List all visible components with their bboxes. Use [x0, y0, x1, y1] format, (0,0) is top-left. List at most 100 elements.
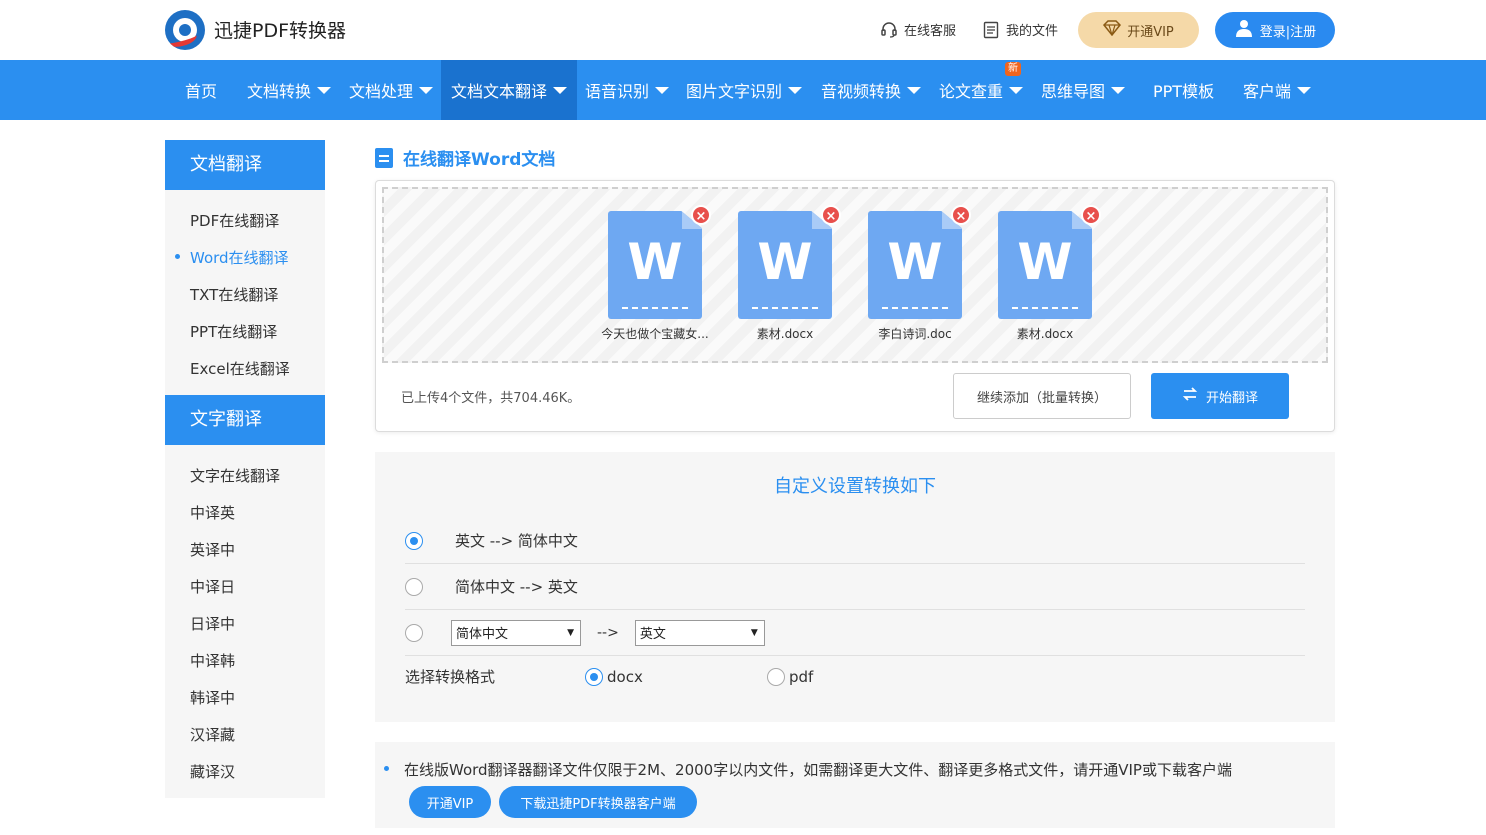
brand-logo[interactable] [165, 10, 205, 50]
caret-down-icon [655, 86, 670, 94]
sidebar-heading-text-translate: 文字翻译 [165, 395, 325, 445]
nav-plagiarism[interactable]: 论文查重新 [929, 60, 1033, 120]
file-card[interactable]: W × 李白诗词.doc [855, 205, 975, 342]
nav-doc-process[interactable]: 文档处理 [339, 60, 443, 120]
caret-down-icon [788, 86, 803, 94]
document-icon [375, 147, 393, 168]
sidebar-item-txt-translate[interactable]: TXT在线翻译 [190, 284, 278, 305]
notice-vip-button[interactable]: 开通VIP [409, 786, 491, 818]
option-label: 英文 --> 简体中文 [455, 532, 578, 550]
nav-client[interactable]: 客户端 [1233, 60, 1321, 120]
my-files-label: 我的文件 [1006, 24, 1059, 39]
remove-file-icon[interactable]: × [691, 205, 711, 225]
radio-pdf[interactable] [767, 667, 785, 686]
radio-custom-pair[interactable] [405, 623, 423, 642]
radio-en-to-zh[interactable] [405, 531, 423, 550]
nav-label: PPT模板 [1153, 82, 1215, 101]
remove-file-icon[interactable]: × [1081, 205, 1101, 225]
file-card[interactable]: W × 素材.docx [985, 205, 1105, 342]
my-files-link[interactable]: 我的文件 [982, 20, 1058, 39]
start-translate-button[interactable]: 开始翻译 [1151, 373, 1289, 419]
brand-name[interactable]: 迅捷PDF转换器 [214, 16, 346, 43]
remove-file-icon[interactable]: × [821, 205, 841, 225]
format-row: 选择转换格式 docx pdf [405, 666, 813, 687]
sidebar-item-zh-bo[interactable]: 汉译藏 [190, 724, 235, 745]
nav-label: 首页 [185, 82, 218, 101]
nav-label: 文档文本翻译 [451, 82, 548, 101]
settings-panel: 自定义设置转换如下 英文 --> 简体中文 简体中文 --> 英文 简体中文 ▼ … [375, 452, 1335, 722]
sidebar-item-ppt-translate[interactable]: PPT在线翻译 [190, 321, 277, 342]
sidebar-item-text-online[interactable]: 文字在线翻译 [190, 465, 280, 486]
dropdown-arrow-icon: ▼ [750, 627, 758, 638]
new-badge: 新 [1005, 62, 1022, 76]
format-label: 选择转换格式 [405, 668, 496, 686]
word-file-icon: W [738, 211, 832, 319]
login-register-button[interactable]: 登录|注册 [1215, 12, 1335, 48]
sidebar-item-zh-ja[interactable]: 中译日 [190, 576, 235, 597]
nav-ppt-template[interactable]: PPT模板 [1143, 60, 1224, 120]
file-name: 素材.docx [1016, 327, 1074, 341]
dropdown-arrow-icon: ▼ [567, 627, 574, 638]
nav-label: 文档处理 [349, 82, 414, 101]
swap-icon [1182, 386, 1198, 406]
nav-ocr[interactable]: 图片文字识别 [676, 60, 812, 120]
support-link[interactable]: 在线客服 [880, 20, 956, 39]
radio-docx[interactable] [585, 667, 603, 686]
option-en-to-zh[interactable]: 英文 --> 简体中文 [405, 518, 1305, 564]
nav-doc-convert[interactable]: 文档转换 [237, 60, 341, 120]
nav-label: 客户端 [1243, 82, 1292, 101]
upload-panel: W × 今天也做个宝藏女... W × 素材.docx W × 李白诗词.doc… [375, 180, 1335, 432]
target-language-select[interactable]: 英文 ▼ [634, 619, 765, 646]
main-nav: 首页 文档转换 文档处理 文档文本翻译 语音识别 图片文字识别 音视频转换 论文… [0, 60, 1486, 120]
radio-zh-to-en[interactable] [405, 577, 423, 596]
diamond-icon [1103, 20, 1122, 40]
sidebar-heading-doc-translate: 文档翻译 [165, 140, 325, 190]
login-label: 登录|注册 [1259, 24, 1317, 40]
download-client-button[interactable]: 下载迅捷PDF转换器客户端 [499, 786, 697, 818]
option-custom-pair[interactable]: 简体中文 ▼ --> 英文 ▼ [405, 610, 1305, 656]
sidebar-item-pdf-translate[interactable]: PDF在线翻译 [190, 210, 279, 231]
file-name: 今天也做个宝藏女... [601, 327, 709, 341]
select-value: 简体中文 [456, 627, 509, 642]
sidebar-item-zh-en[interactable]: 中译英 [190, 502, 235, 523]
upload-summary: 已上传4个文件，共704.46K。 [401, 391, 581, 406]
bullet-dot [384, 766, 389, 771]
continue-add-button[interactable]: 继续添加（批量转换） [953, 373, 1131, 419]
sidebar-item-bo-zh[interactable]: 藏译汉 [190, 761, 235, 782]
source-language-select[interactable]: 简体中文 ▼ [451, 619, 581, 646]
drop-zone[interactable]: W × 今天也做个宝藏女... W × 素材.docx W × 李白诗词.doc… [382, 187, 1328, 363]
notice-panel: 在线版Word翻译器翻译文件仅限于2M、2000字以内文件，如需翻译更大文件、翻… [375, 742, 1335, 828]
start-translate-label: 开始翻译 [1205, 390, 1258, 406]
option-zh-to-en[interactable]: 简体中文 --> 英文 [405, 564, 1305, 610]
top-header: 迅捷PDF转换器 在线客服 我的文件 开通VIP 登录|注册 [0, 0, 1486, 60]
caret-down-icon [907, 86, 922, 94]
sidebar-item-word-translate[interactable]: Word在线翻译 [190, 247, 289, 268]
support-label: 在线客服 [904, 24, 957, 39]
nav-mindmap[interactable]: 思维导图 [1031, 60, 1135, 120]
nav-label: 文档转换 [247, 82, 312, 101]
active-dot [175, 254, 180, 259]
arrow-text: --> [597, 624, 619, 641]
nav-speech[interactable]: 语音识别 [575, 60, 679, 120]
settings-title: 自定义设置转换如下 [774, 476, 936, 497]
nav-label: 音视频转换 [821, 82, 902, 101]
file-card[interactable]: W × 今天也做个宝藏女... [595, 205, 715, 342]
nav-label: 图片文字识别 [686, 82, 783, 101]
nav-av-convert[interactable]: 音视频转换 [811, 60, 931, 120]
sidebar-item-ja-zh[interactable]: 日译中 [190, 613, 235, 634]
caret-down-icon [553, 86, 568, 94]
sidebar-item-en-zh[interactable]: 英译中 [190, 539, 235, 560]
sidebar-item-zh-ko[interactable]: 中译韩 [190, 650, 235, 671]
nav-doc-translate[interactable]: 文档文本翻译 [441, 60, 578, 120]
nav-home[interactable]: 首页 [175, 60, 227, 120]
file-name: 素材.docx [756, 327, 814, 341]
caret-down-icon [1111, 86, 1126, 94]
sidebar-item-excel-translate[interactable]: Excel在线翻译 [190, 358, 290, 379]
sidebar-item-ko-zh[interactable]: 韩译中 [190, 687, 235, 708]
select-value: 英文 [639, 627, 666, 642]
remove-file-icon[interactable]: × [951, 205, 971, 225]
sidebar: 文档翻译 PDF在线翻译 Word在线翻译 TXT在线翻译 PPT在线翻译 Ex… [165, 140, 325, 798]
open-vip-button[interactable]: 开通VIP [1078, 12, 1199, 48]
file-card[interactable]: W × 素材.docx [725, 205, 845, 342]
headset-icon [880, 21, 898, 39]
